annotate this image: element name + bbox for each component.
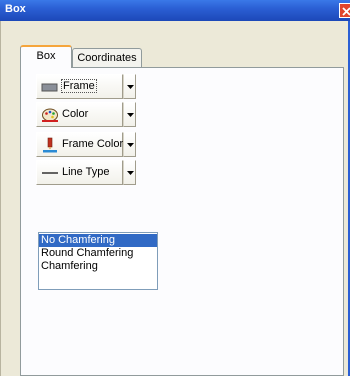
color-split-button: Color: [36, 102, 136, 127]
frame-color-label: Frame Color: [62, 138, 124, 150]
chamfering-listbox[interactable]: No Chamfering Round Chamfering Chamferin…: [38, 232, 158, 290]
line-type-dropdown-arrow[interactable]: [123, 160, 136, 185]
title-bar: Box: [0, 0, 350, 21]
frame-rect-icon: [41, 83, 58, 92]
frame-dropdown-arrow[interactable]: [123, 74, 136, 99]
chevron-down-icon: [127, 143, 134, 147]
pen-color-icon: [43, 137, 57, 153]
close-button[interactable]: [339, 3, 350, 18]
list-item[interactable]: No Chamfering: [39, 234, 157, 247]
window-title: Box: [5, 3, 26, 15]
palette-icon: [42, 108, 58, 122]
list-item[interactable]: Chamfering: [39, 260, 157, 273]
frame-color-button[interactable]: Frame Color: [36, 132, 123, 157]
frame-split-button: Frame: [36, 74, 136, 99]
frame-color-split-button: Frame Color: [36, 132, 136, 157]
chevron-down-icon: [127, 113, 134, 117]
line-icon: [42, 172, 58, 174]
color-label: Color: [62, 108, 89, 120]
color-button[interactable]: Color: [36, 102, 123, 127]
list-item[interactable]: Round Chamfering: [39, 247, 157, 260]
frame-button[interactable]: Frame: [36, 74, 123, 99]
tab-box[interactable]: Box: [20, 45, 72, 68]
line-type-split-button: Line Type: [36, 160, 136, 185]
line-type-button[interactable]: Line Type: [36, 160, 123, 185]
color-dropdown-arrow[interactable]: [123, 102, 136, 127]
frame-label: Frame: [61, 79, 97, 93]
close-icon: [342, 7, 350, 16]
tab-coordinates[interactable]: Coordinates: [72, 48, 142, 68]
chevron-down-icon: [127, 171, 134, 175]
frame-color-dropdown-arrow[interactable]: [123, 132, 136, 157]
line-type-label: Line Type: [62, 166, 110, 178]
chevron-down-icon: [127, 85, 134, 89]
